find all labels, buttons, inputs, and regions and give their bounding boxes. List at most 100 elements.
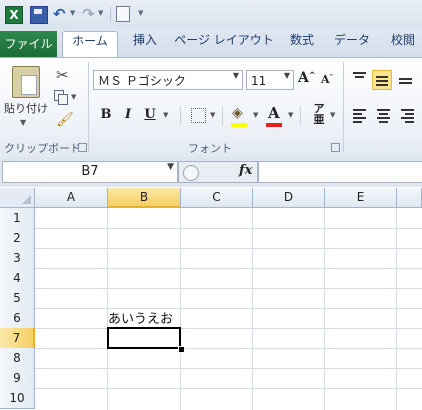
row-header-1[interactable]: 1 — [0, 208, 35, 229]
copy-dropdown-icon[interactable]: ▼ — [71, 93, 76, 101]
italic-button[interactable]: I — [121, 105, 135, 125]
group-separator — [88, 62, 89, 152]
tab-home[interactable]: ホーム — [62, 31, 118, 59]
undo-dropdown-icon[interactable]: ▼ — [70, 9, 75, 17]
insert-function-button[interactable]: fx — [239, 163, 252, 178]
tab-review[interactable]: 校閲 — [384, 31, 422, 57]
fill-handle[interactable] — [178, 346, 185, 353]
column-header-c[interactable]: C — [181, 188, 253, 208]
redo-dropdown-icon[interactable]: ▼ — [98, 9, 103, 17]
gridline — [324, 208, 325, 410]
print-preview-icon[interactable] — [116, 6, 130, 22]
toolbar-separator — [110, 7, 111, 21]
row-header-6[interactable]: 6 — [0, 308, 35, 329]
format-painter-icon[interactable]: 🖌 — [56, 112, 74, 128]
gridline — [396, 208, 397, 410]
gridline — [35, 368, 422, 369]
row-header-4[interactable]: 4 — [0, 268, 35, 289]
furigana-button[interactable]: ア亜 — [312, 103, 326, 125]
gridline — [180, 208, 181, 410]
borders-dropdown-icon[interactable]: ▼ — [210, 111, 215, 119]
column-header-partial[interactable] — [397, 188, 422, 208]
paste-icon[interactable] — [12, 66, 40, 98]
tab-insert[interactable]: 挿入 — [124, 31, 166, 57]
row-header-3[interactable]: 3 — [0, 248, 35, 269]
tab-formulas[interactable]: 数式 — [282, 31, 322, 57]
paste-dropdown-icon[interactable]: ▼ — [20, 118, 26, 127]
column-header-b[interactable]: B — [108, 188, 181, 208]
chevron-down-icon: ▼ — [232, 71, 239, 80]
grow-font-button[interactable]: A^ — [298, 70, 316, 86]
shrink-caret-icon: ˇ — [329, 73, 334, 82]
gridline — [35, 308, 422, 309]
furigana-dropdown-icon[interactable]: ▼ — [330, 111, 335, 119]
font-launcher-icon[interactable] — [331, 143, 340, 152]
paste-button-label[interactable]: 貼り付け — [4, 100, 48, 116]
tab-data[interactable]: データ — [330, 31, 374, 57]
tab-file[interactable]: ファイル — [0, 31, 57, 57]
cut-icon[interactable]: ✂ — [56, 66, 69, 84]
quick-access-toolbar: X ↶ ▼ ↷ ▼ ▼ — [0, 0, 422, 29]
format-separator — [180, 107, 181, 125]
gridline — [35, 388, 422, 389]
column-header-a[interactable]: A — [35, 188, 108, 208]
align-top-icon[interactable] — [350, 68, 370, 88]
formula-controls: fx — [178, 161, 258, 183]
underline-button[interactable]: U — [143, 105, 157, 125]
font-size-value: 11 — [251, 74, 267, 88]
column-header-e[interactable]: E — [325, 188, 397, 208]
row-header-9[interactable]: 9 — [0, 368, 35, 389]
formula-input[interactable] — [258, 161, 422, 183]
excel-window: X ↶ ▼ ↷ ▼ ▼ ファイル ホーム 挿入 ページ レイアウト 数式 データ… — [0, 0, 422, 410]
excel-app-icon[interactable]: X — [5, 6, 23, 24]
format-separator — [222, 107, 223, 125]
align-middle-icon[interactable] — [372, 70, 392, 90]
gridline — [252, 208, 253, 410]
row-header-10[interactable]: 10 — [0, 388, 35, 409]
select-all-button[interactable] — [0, 188, 35, 208]
save-icon[interactable] — [30, 6, 48, 24]
font-color-button[interactable]: A — [268, 104, 280, 122]
gridline — [35, 328, 422, 329]
gridline — [35, 288, 422, 289]
align-bottom-icon[interactable] — [396, 70, 416, 90]
copy-icon[interactable] — [54, 90, 68, 105]
row-header-7[interactable]: 7 — [0, 328, 35, 349]
clipboard-launcher-icon[interactable] — [78, 143, 87, 152]
row-header-2[interactable]: 2 — [0, 228, 35, 249]
gridline — [35, 348, 422, 349]
redo-icon[interactable]: ↷ — [82, 6, 98, 22]
column-header-d[interactable]: D — [253, 188, 325, 208]
align-center-icon[interactable] — [374, 105, 394, 125]
tab-page-layout[interactable]: ページ レイアウト — [174, 31, 274, 57]
fill-color-dropdown-icon[interactable]: ▼ — [253, 111, 258, 119]
font-size-select[interactable]: 11 ▼ — [246, 70, 294, 90]
name-box-value: B7 — [81, 164, 99, 179]
gridline — [35, 248, 422, 249]
ribbon-home: 貼り付け ▼ ✂ ▼ 🖌 クリップボード ＭＳ Ｐゴシック ▼ 11 ▼ A^ … — [0, 57, 422, 158]
name-box[interactable]: B7 ▼ — [2, 161, 178, 183]
underline-dropdown-icon[interactable]: ▼ — [163, 111, 168, 119]
cell-b6[interactable]: あいうえお — [108, 308, 173, 327]
fill-color-icon[interactable]: ◈ — [232, 105, 243, 121]
row-header-5[interactable]: 5 — [0, 288, 35, 309]
shrink-font-label: A — [321, 73, 330, 86]
gridline — [35, 268, 422, 269]
font-color-dropdown-icon[interactable]: ▼ — [288, 111, 293, 119]
chevron-down-icon[interactable]: ▼ — [167, 162, 174, 172]
active-cell-b7[interactable] — [107, 327, 181, 349]
row-header-8[interactable]: 8 — [0, 348, 35, 369]
grow-caret-icon: ^ — [308, 70, 316, 80]
font-name-select[interactable]: ＭＳ Ｐゴシック ▼ — [93, 70, 243, 90]
font-color-swatch — [266, 123, 282, 127]
align-left-icon[interactable] — [350, 105, 370, 125]
worksheet-grid[interactable]: A B C D E 1 2 3 4 5 6 7 8 9 10 あいうえお — [0, 188, 422, 410]
undo-icon[interactable]: ↶ — [53, 6, 69, 22]
customize-toolbar-icon[interactable]: ▼ — [138, 9, 143, 17]
grow-font-label: A — [298, 70, 309, 86]
shrink-font-button[interactable]: Aˇ — [321, 73, 333, 86]
bold-button[interactable]: B — [99, 105, 113, 125]
align-right-icon[interactable] — [398, 105, 418, 125]
formula-bar: B7 ▼ fx — [0, 157, 422, 187]
borders-icon[interactable] — [191, 108, 206, 123]
